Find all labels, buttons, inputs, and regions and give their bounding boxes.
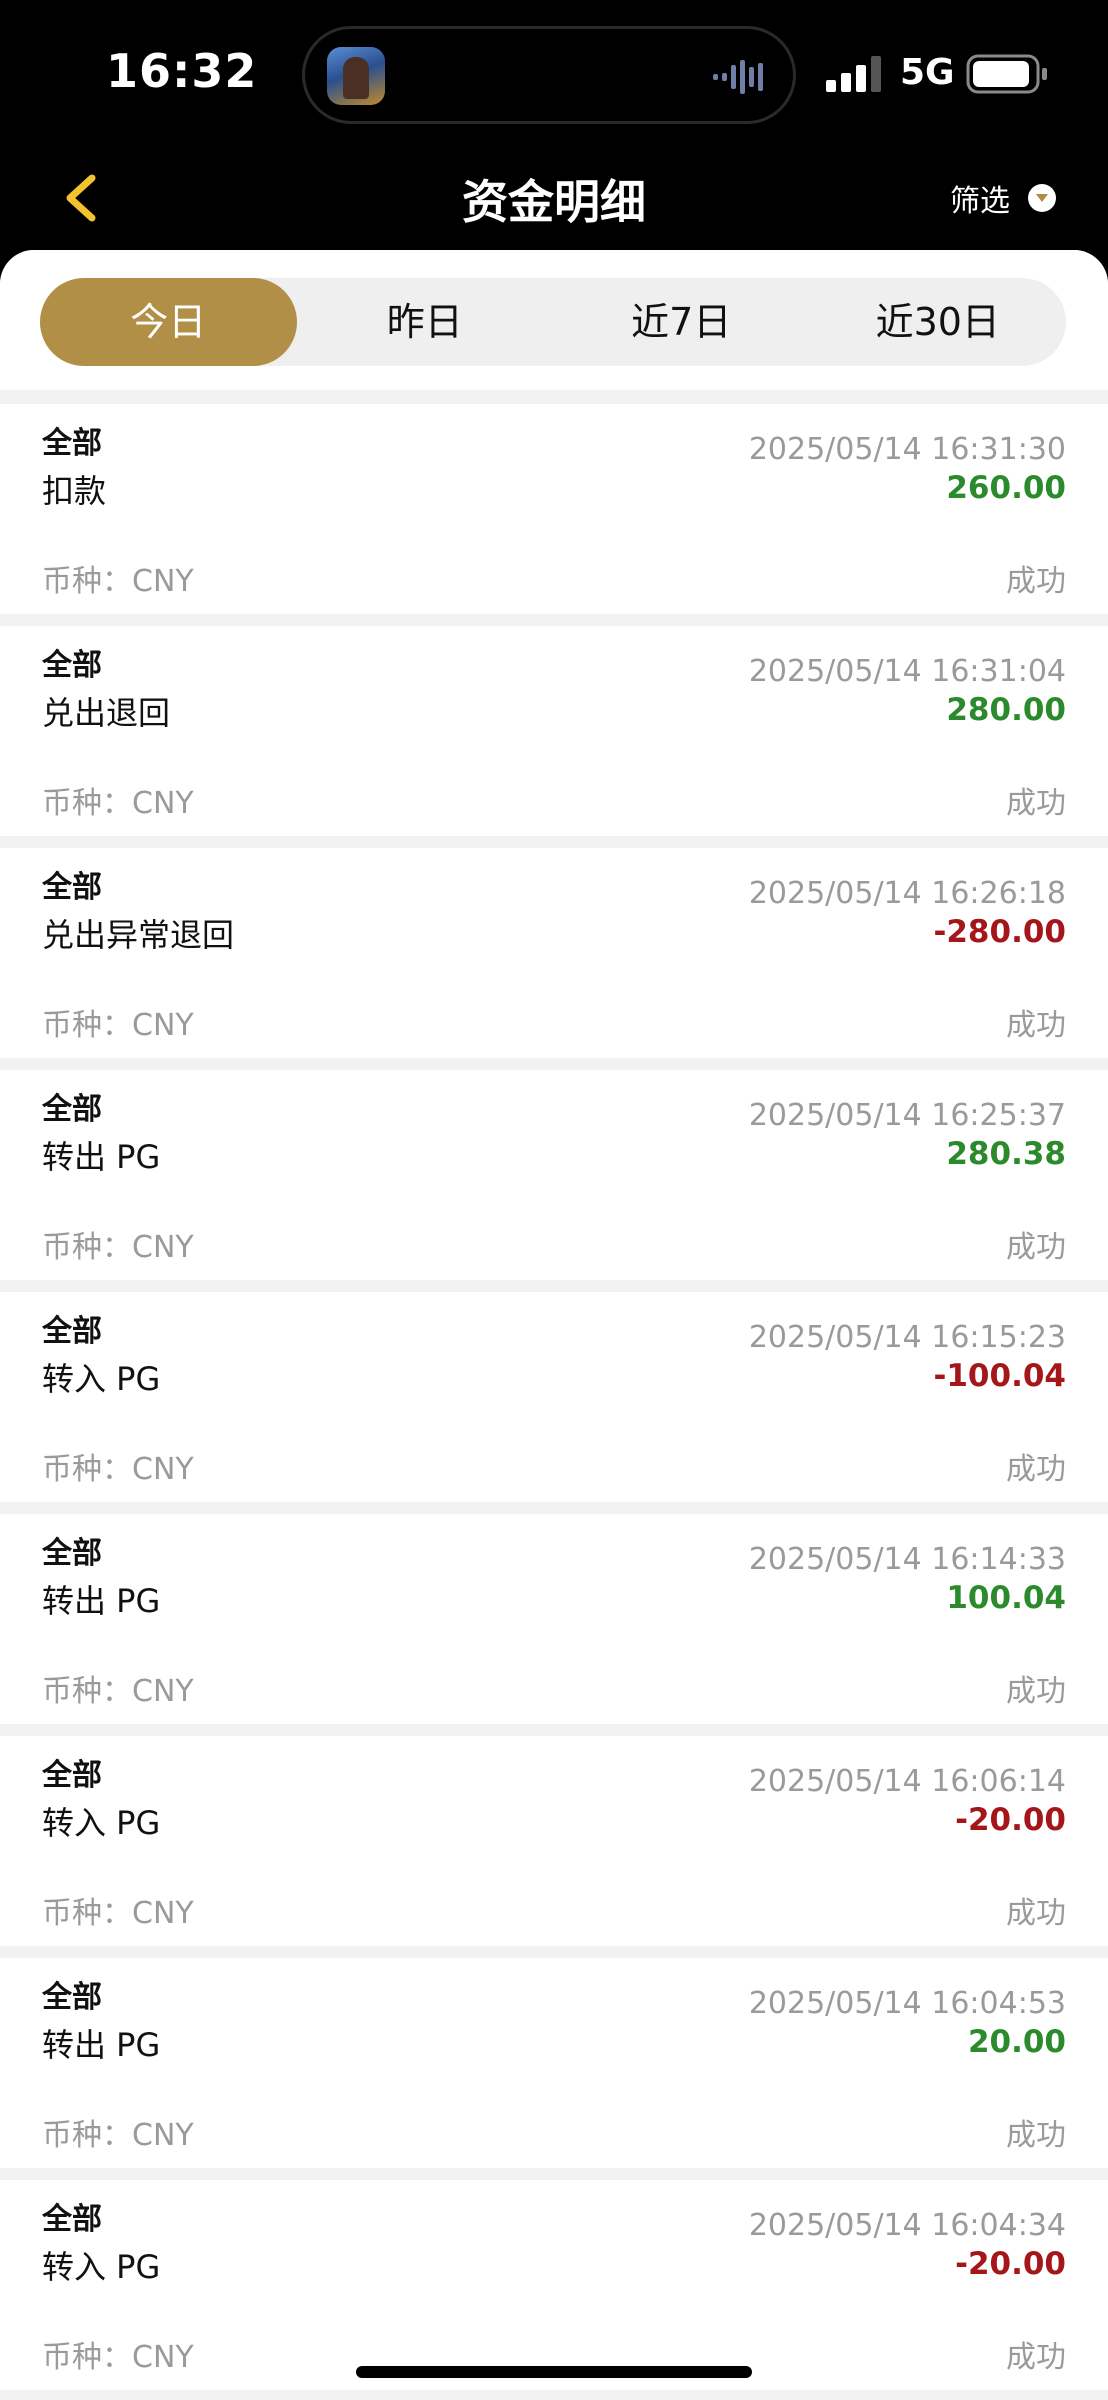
record-currency: 币种：CNY xyxy=(42,1452,194,1487)
filter-button[interactable]: 筛选 xyxy=(950,176,1056,220)
cellular-signal-icon xyxy=(826,56,881,92)
record-item[interactable]: 全部 扣款 2025/05/14 16:31:30 260.00 币种：CNY … xyxy=(0,404,1108,614)
record-time: 2025/05/14 16:14:33 xyxy=(748,1542,1066,1577)
tab-yesterday[interactable]: 昨日 xyxy=(297,278,554,366)
record-category: 全部 xyxy=(42,1536,102,1571)
status-time: 16:32 xyxy=(106,44,258,98)
filter-label: 筛选 xyxy=(950,184,1010,219)
record-amount: -20.00 xyxy=(955,2246,1066,2282)
record-item[interactable]: 全部 转出 PG 2025/05/14 16:14:33 100.04 币种：C… xyxy=(0,1514,1108,1724)
record-item[interactable]: 全部 转入 PG 2025/05/14 16:04:34 -20.00 币种：C… xyxy=(0,2180,1108,2390)
record-time: 2025/05/14 16:04:53 xyxy=(748,1986,1066,2021)
record-time: 2025/05/14 16:25:37 xyxy=(748,1098,1066,1133)
record-item[interactable]: 全部 转入 PG 2025/05/14 16:06:14 -20.00 币种：C… xyxy=(0,1736,1108,1946)
record-currency: 币种：CNY xyxy=(42,1896,194,1931)
record-item[interactable]: 全部 转入 PG 2025/05/14 16:15:23 -100.04 币种：… xyxy=(0,1292,1108,1502)
record-status: 成功 xyxy=(1006,2340,1066,2375)
record-amount: 280.38 xyxy=(946,1136,1066,1172)
record-type: 转入 PG xyxy=(42,2248,161,2286)
record-type: 扣款 xyxy=(42,472,107,510)
filter-dropdown-icon xyxy=(1028,184,1056,212)
record-list: 全部 扣款 2025/05/14 16:31:30 260.00 币种：CNY … xyxy=(0,404,1108,2400)
status-bar: 16:32 5G xyxy=(0,0,1108,152)
record-amount: -280.00 xyxy=(933,914,1067,950)
record-category: 全部 xyxy=(42,870,102,905)
content-sheet: 今日 昨日 近7日 近30日 全部 扣款 2025/05/14 16:31:30… xyxy=(0,250,1108,2400)
record-item[interactable]: 全部 兑出异常退回 2025/05/14 16:26:18 -280.00 币种… xyxy=(0,848,1108,1058)
date-range-tabs: 今日 昨日 近7日 近30日 xyxy=(40,278,1066,366)
record-item[interactable]: 全部 转出 PG 2025/05/14 16:04:53 20.00 币种：CN… xyxy=(0,1958,1108,2168)
record-status: 成功 xyxy=(1006,1674,1066,1709)
record-type: 转出 PG xyxy=(42,1582,161,1620)
record-status: 成功 xyxy=(1006,1008,1066,1043)
record-type: 转出 PG xyxy=(42,1138,161,1176)
record-amount: 280.00 xyxy=(946,692,1066,728)
record-category: 全部 xyxy=(42,426,102,461)
dynamic-island xyxy=(302,26,796,124)
tab-last-30-days[interactable]: 近30日 xyxy=(810,278,1067,366)
record-time: 2025/05/14 16:26:18 xyxy=(748,876,1066,911)
record-amount: 260.00 xyxy=(946,470,1066,506)
record-type: 转入 PG xyxy=(42,1804,161,1842)
record-status: 成功 xyxy=(1006,564,1066,599)
record-currency: 币种：CNY xyxy=(42,786,194,821)
record-time: 2025/05/14 16:06:14 xyxy=(748,1764,1066,1799)
record-type: 兑出退回 xyxy=(42,694,171,732)
record-category: 全部 xyxy=(42,1980,102,2015)
record-item[interactable]: 全部 转出 PG 2025/05/14 16:25:37 280.38 币种：C… xyxy=(0,1070,1108,1280)
record-type: 兑出异常退回 xyxy=(42,916,235,954)
record-status: 成功 xyxy=(1006,1452,1066,1487)
record-category: 全部 xyxy=(42,2202,102,2237)
home-indicator[interactable] xyxy=(356,2366,752,2378)
record-amount: 100.04 xyxy=(946,1580,1066,1616)
record-amount: -100.04 xyxy=(933,1358,1067,1394)
tab-last-7-days[interactable]: 近7日 xyxy=(553,278,810,366)
record-currency: 币种：CNY xyxy=(42,1674,194,1709)
record-time: 2025/05/14 16:31:04 xyxy=(748,654,1066,689)
record-amount: -20.00 xyxy=(955,1802,1066,1838)
record-currency: 币种：CNY xyxy=(42,2118,194,2153)
record-amount: 20.00 xyxy=(967,2024,1066,2060)
tab-strip: 今日 昨日 近7日 近30日 xyxy=(0,250,1108,390)
audio-wave-icon xyxy=(713,60,763,94)
record-item[interactable]: 全部 兑出退回 2025/05/14 16:31:04 280.00 币种：CN… xyxy=(0,626,1108,836)
record-status: 成功 xyxy=(1006,1230,1066,1265)
record-time: 2025/05/14 16:04:34 xyxy=(748,2208,1066,2243)
page-title: 资金明细 xyxy=(462,175,646,229)
record-category: 全部 xyxy=(42,1314,102,1349)
record-category: 全部 xyxy=(42,1092,102,1127)
record-category: 全部 xyxy=(42,648,102,683)
record-currency: 币种：CNY xyxy=(42,564,194,599)
record-status: 成功 xyxy=(1006,2118,1066,2153)
record-category: 全部 xyxy=(42,1758,102,1793)
nav-bar: 资金明细 筛选 xyxy=(0,152,1108,252)
record-status: 成功 xyxy=(1006,786,1066,821)
tab-today[interactable]: 今日 xyxy=(40,278,297,366)
record-time: 2025/05/14 16:15:23 xyxy=(748,1320,1066,1355)
record-type: 转出 PG xyxy=(42,2026,161,2064)
record-currency: 币种：CNY xyxy=(42,1230,194,1265)
battery-icon xyxy=(966,54,1047,94)
record-type: 转入 PG xyxy=(42,1360,161,1398)
record-status: 成功 xyxy=(1006,1896,1066,1931)
app-thumbnail-icon xyxy=(327,47,385,105)
record-currency: 币种：CNY xyxy=(42,2340,194,2375)
record-currency: 币种：CNY xyxy=(42,1008,194,1043)
network-type: 5G xyxy=(900,52,955,93)
record-time: 2025/05/14 16:31:30 xyxy=(748,432,1066,467)
